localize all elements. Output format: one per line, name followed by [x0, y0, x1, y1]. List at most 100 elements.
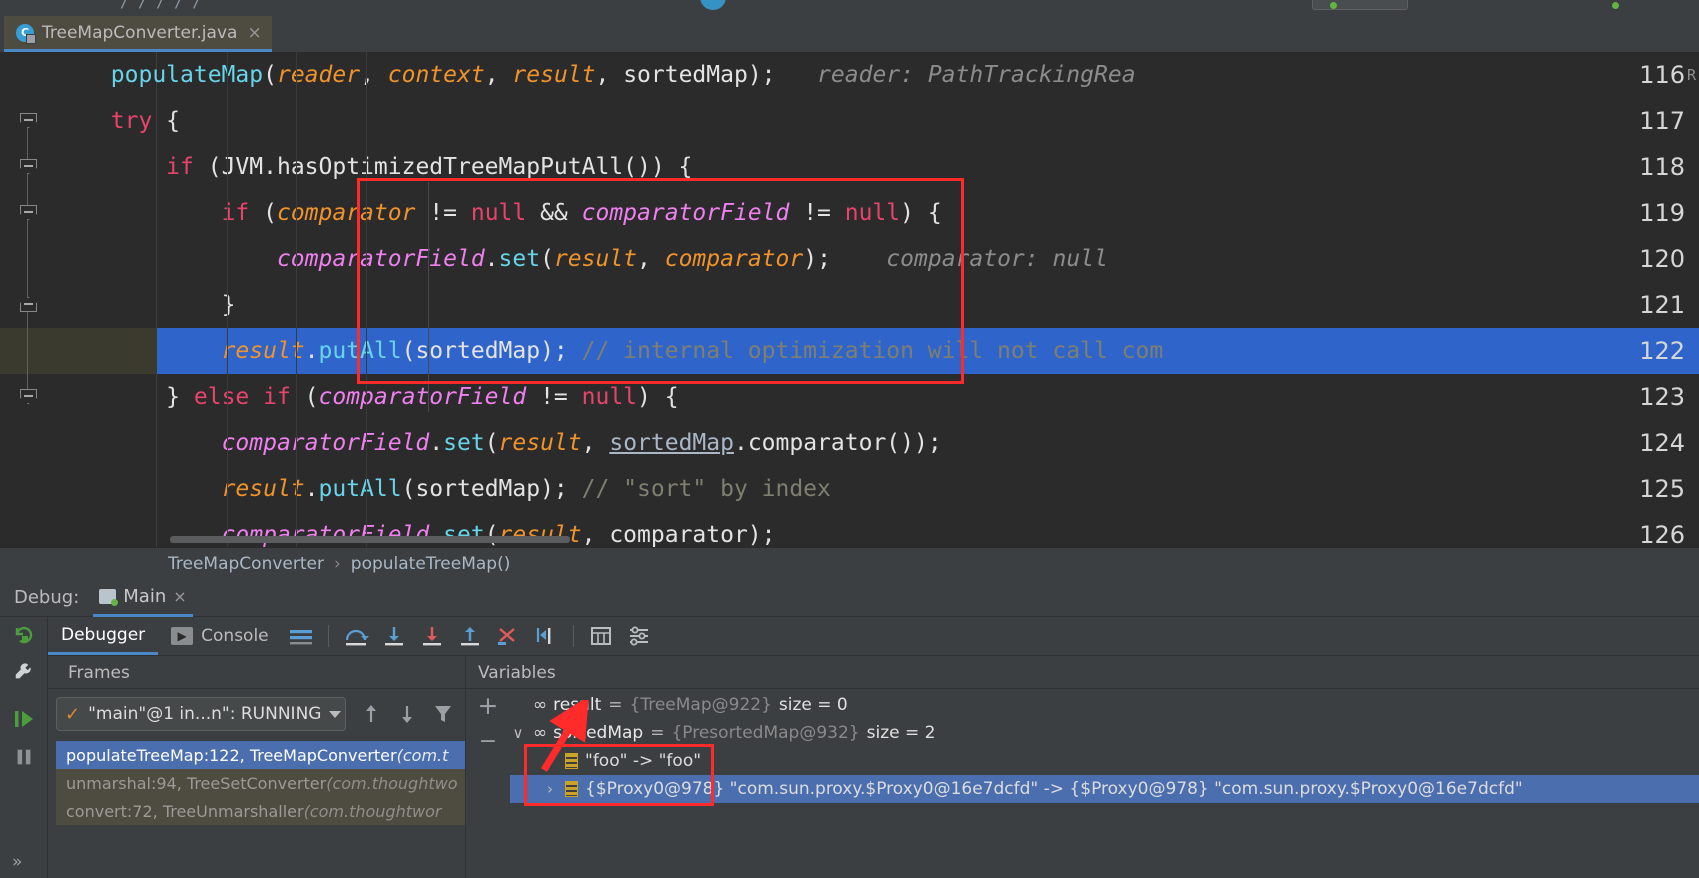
expand-rail-icon[interactable]: »: [12, 852, 22, 872]
code-editor[interactable]: populateMap(reader, context, result, sor…: [0, 52, 1699, 547]
code-token: null: [470, 200, 527, 226]
filter-icon[interactable]: [430, 701, 456, 727]
line-number: 126: [1639, 521, 1685, 547]
line-number: 120: [1639, 245, 1685, 273]
code-token: sortedMap: [609, 430, 734, 456]
editor-tab-bar: C TreeMapConverter.java ×: [0, 16, 1699, 52]
code-line[interactable]: populateMap(reader, context, result, sor…: [0, 52, 1699, 98]
chevron-down-icon[interactable]: [329, 710, 342, 718]
variable-row[interactable]: ∨ ∞ sortedMap = {PresortedMap@932} size = …: [510, 719, 1699, 747]
close-icon[interactable]: ×: [173, 587, 186, 606]
step-into-icon[interactable]: [377, 619, 411, 653]
drop-frame-icon[interactable]: [491, 619, 525, 653]
code-token: .: [304, 476, 319, 502]
code-line[interactable]: if (comparator != null && comparatorFiel…: [0, 190, 1699, 236]
run-configuration-icon: [99, 588, 119, 606]
code-line[interactable]: comparatorField. set(result, comparator);…: [0, 236, 1699, 282]
rerun-icon[interactable]: [8, 619, 40, 651]
variable-name: sortedMap: [553, 723, 644, 743]
code-line[interactable]: result. putAll (sortedMap); // internal op…: [0, 328, 1699, 374]
variable-size: size = 0: [778, 695, 848, 715]
chevron-right-icon[interactable]: ›: [542, 780, 558, 798]
layout-lines-icon[interactable]: [284, 619, 318, 653]
resume-icon[interactable]: [8, 703, 40, 735]
settings-icon[interactable]: [622, 619, 656, 653]
code-token: comparatorField: [221, 522, 430, 547]
code-token: !=: [789, 200, 845, 226]
chevron-down-icon[interactable]: ∨: [510, 724, 526, 742]
thread-selector[interactable]: ✓ "main"@1 in...n": RUNNING: [56, 697, 346, 731]
map-entry-icon: [565, 753, 578, 769]
editor-horizontal-scrollbar[interactable]: [170, 536, 570, 543]
tab-debugger[interactable]: Debugger: [48, 617, 159, 655]
code-line[interactable]: if (JVM. hasOptimizedTreeMapPutAll()) {: [0, 144, 1699, 190]
run-to-cursor-icon[interactable]: [529, 619, 563, 653]
code-token: reader: [276, 62, 361, 88]
variable-row[interactable]: › "foo" -> "foo": [510, 747, 1699, 775]
frame-row-package: (com.thoughtwo: [326, 773, 458, 793]
code-token: , comparator);: [581, 522, 776, 547]
run-config-box[interactable]: [1312, 0, 1408, 10]
chevron-right-icon[interactable]: ›: [542, 752, 558, 770]
code-line[interactable]: comparatorField. set(result, sortedMap .co…: [0, 420, 1699, 466]
tab-console[interactable]: ▶ Console: [158, 617, 282, 655]
code-token: ,: [484, 62, 513, 88]
variable-row[interactable]: › {$Proxy0@978} "com.sun.proxy.$Proxy0@16…: [510, 775, 1699, 803]
arrow-up-icon[interactable]: [358, 701, 384, 727]
code-token: if: [166, 154, 194, 180]
code-token: ,: [360, 62, 388, 88]
variable-value: {$Proxy0@978} "com.sun.proxy.$Proxy0@16e…: [585, 779, 1523, 799]
code-token: set: [443, 522, 485, 547]
breadcrumb-separator: ›: [333, 553, 341, 574]
debugger-toolbar: Debugger ▶ Console: [48, 617, 1699, 655]
code-token: .comparator());: [733, 430, 942, 456]
map-entry-icon: [565, 781, 578, 797]
frame-row-package: (com.t: [396, 745, 449, 765]
step-out-icon[interactable]: [453, 619, 487, 653]
frame-row[interactable]: populateTreeMap:122, TreeMapConverter (c…: [56, 741, 465, 769]
close-icon[interactable]: ×: [247, 23, 261, 43]
code-token: ()) {: [623, 154, 693, 180]
breadcrumb-method[interactable]: populateTreeMap(): [351, 554, 511, 574]
code-token: hasOptimizedTreeMapPutAll: [276, 154, 624, 180]
top-path-ghost: / / / / /: [120, 0, 202, 11]
editor-tab-treemapconverter[interactable]: C TreeMapConverter.java ×: [4, 16, 272, 52]
variable-equals: =: [650, 723, 665, 743]
breadcrumb[interactable]: TreeMapConverter › populateTreeMap(): [0, 547, 1699, 579]
tab-console-label: Console: [201, 626, 269, 646]
code-token: ,: [637, 246, 665, 272]
frame-row[interactable]: convert:72, TreeUnmarshaller (com.though…: [56, 797, 465, 825]
force-step-into-icon[interactable]: [415, 619, 449, 653]
code-token: .: [429, 430, 444, 456]
infinity-icon: ∞: [533, 723, 547, 743]
editor-guide-line: [296, 52, 297, 547]
settings-wrench-icon[interactable]: [8, 655, 40, 687]
console-icon: ▶: [171, 627, 194, 645]
step-over-icon[interactable]: [339, 619, 373, 653]
code-token: comparator: null: [830, 246, 1108, 272]
code-line[interactable]: try {: [0, 98, 1699, 144]
frame-row[interactable]: unmarshal:94, TreeSetConverter (com.thou…: [56, 769, 465, 797]
code-token: ) {: [637, 384, 679, 410]
arrow-down-icon[interactable]: [394, 701, 420, 727]
code-token: result: [498, 430, 582, 456]
breadcrumb-class[interactable]: TreeMapConverter: [168, 554, 324, 574]
code-token: if: [221, 200, 250, 226]
code-line[interactable]: }: [0, 282, 1699, 328]
variable-row[interactable]: ∞ result = {TreeMap@922} size = 0: [510, 691, 1699, 719]
code-line[interactable]: result. putAll (sortedMap); // "sort" by i…: [0, 466, 1699, 512]
debug-session-tab-main[interactable]: Main ×: [93, 579, 193, 617]
code-token: !=: [415, 200, 471, 226]
variable-name: result: [553, 695, 602, 715]
code-token: // "sort" by index: [581, 476, 831, 502]
remove-watch-button[interactable]: −: [474, 727, 502, 755]
java-class-icon: C: [16, 23, 36, 44]
code-line[interactable]: } else if (comparatorField != null) {: [0, 374, 1699, 420]
code-token: comparator: [664, 246, 804, 272]
pause-icon[interactable]: [8, 741, 40, 773]
add-watch-button[interactable]: +: [474, 691, 502, 720]
evaluate-expression-icon[interactable]: [584, 619, 618, 653]
